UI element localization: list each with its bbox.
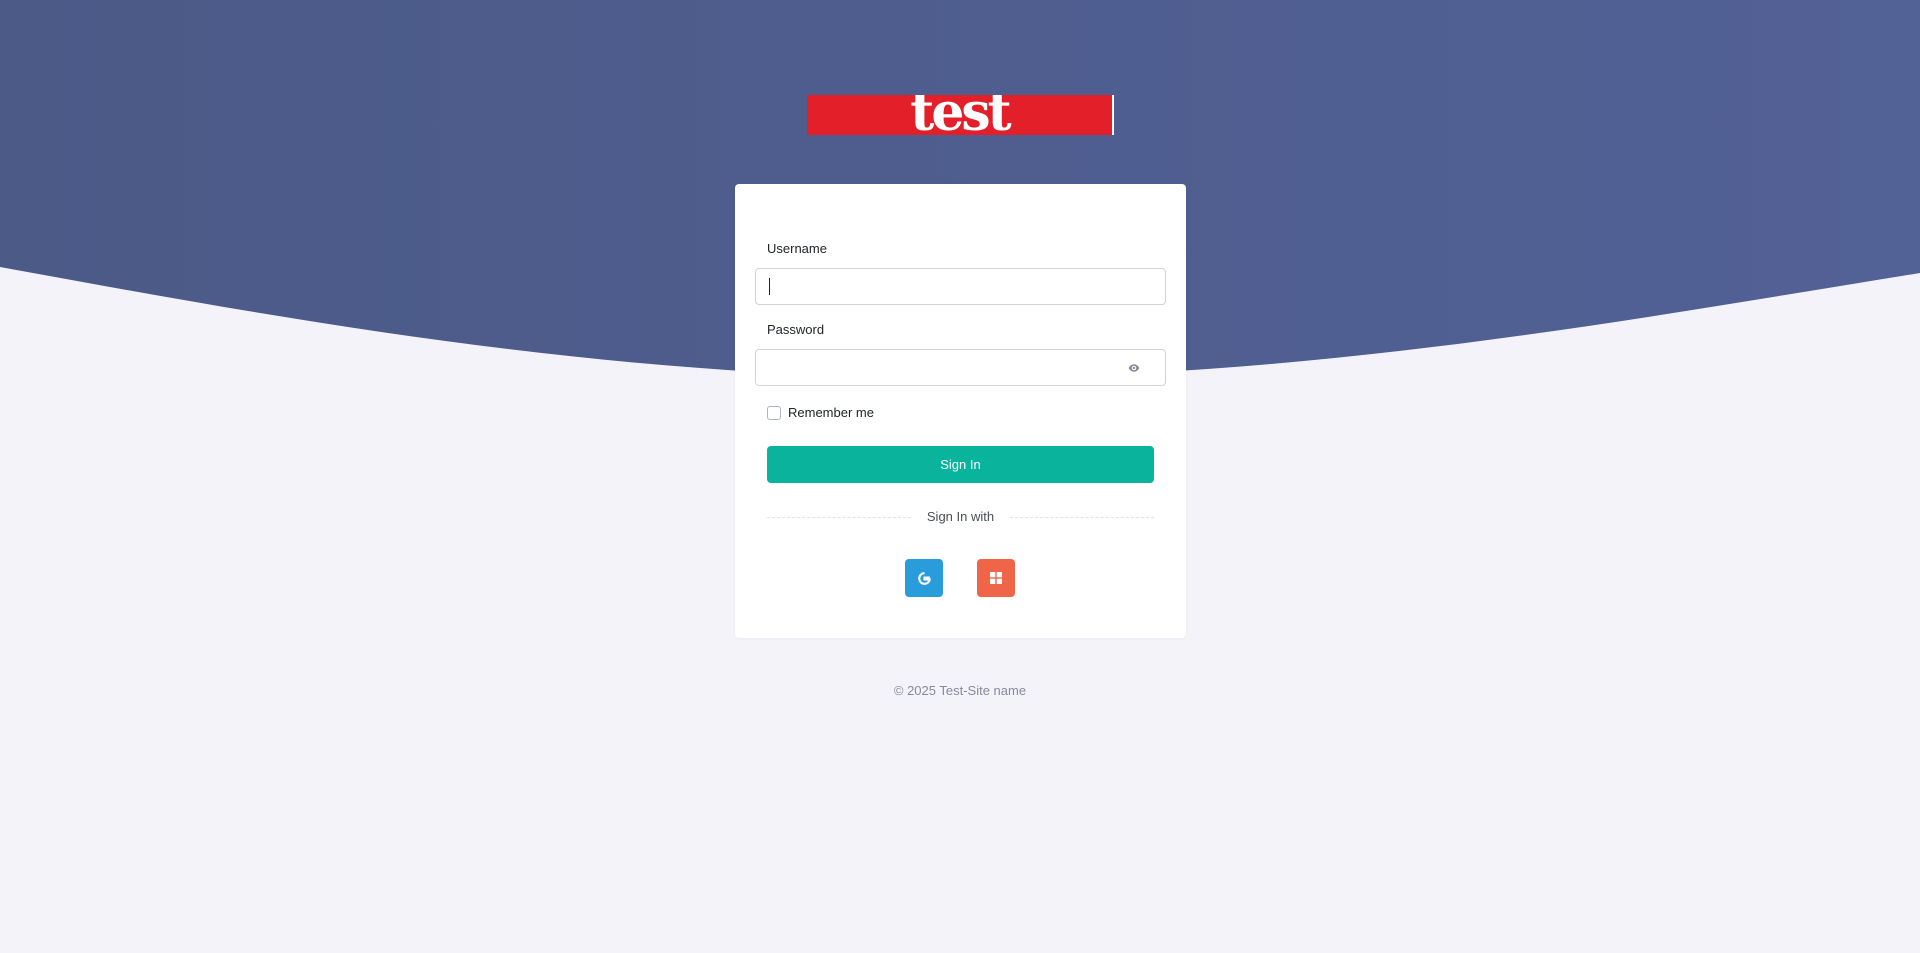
footer-copyright: © 2025 Test-Site name: [893, 683, 1027, 698]
password-label: Password: [767, 322, 825, 337]
username-input[interactable]: [755, 268, 1166, 305]
username-label: Username: [767, 241, 827, 256]
microsoft-icon: [990, 572, 1002, 584]
microsoft-signin-button[interactable]: [977, 559, 1015, 597]
remember-checkbox[interactable]: [767, 405, 781, 420]
remember-label: Remember me: [788, 405, 874, 420]
brand-logo-text: test: [910, 95, 1011, 135]
password-input[interactable]: [755, 349, 1166, 386]
eye-icon[interactable]: [1128, 362, 1140, 374]
google-signin-button[interactable]: [905, 559, 943, 597]
social-divider: Sign In with: [767, 509, 1154, 525]
brand-logo[interactable]: test: [807, 95, 1114, 135]
text-caret: [769, 278, 770, 295]
divider-line-right: [1010, 517, 1154, 518]
sign-in-button[interactable]: Sign In: [767, 446, 1154, 483]
remember-me[interactable]: Remember me: [767, 405, 874, 420]
google-icon: [917, 571, 931, 585]
login-card: Username Password Remember me Sign In Si…: [735, 184, 1186, 638]
